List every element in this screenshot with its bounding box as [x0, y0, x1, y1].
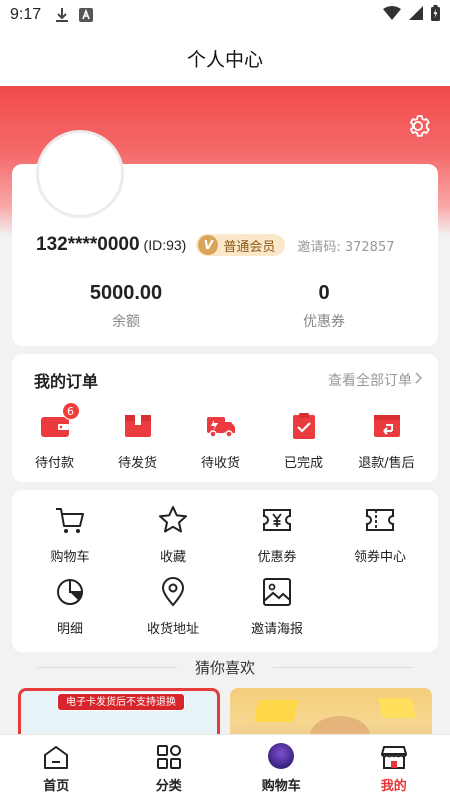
battery-icon [431, 5, 440, 25]
shop-icon [380, 743, 408, 771]
divider-line [36, 666, 177, 668]
tools-card: 购物车 收藏 优惠券 领券中心 明细 收货地址 邀请海报 [12, 490, 438, 652]
image-icon [261, 576, 293, 608]
refund-icon [372, 412, 402, 440]
user-phone: 132****0000 [36, 234, 140, 255]
balance-stat[interactable]: 5000.00 余额 [46, 282, 206, 331]
profile-card: 132****0000 (ID:93) V 普通会员 邀请码: 372857 5… [12, 130, 438, 346]
status-bar: 9:17 [0, 0, 450, 30]
category-icon [155, 743, 183, 771]
tab-mine[interactable]: 我的 [338, 735, 450, 800]
bottom-tab-bar: 首页 分类 购物车 我的 [0, 734, 450, 800]
order-status-label: 已完成 [283, 456, 323, 471]
signal-icon [409, 6, 423, 24]
tab-category[interactable]: 分类 [113, 735, 226, 800]
ticket-icon [364, 504, 396, 536]
status-time: 9:17 [10, 6, 42, 23]
page-title: 个人中心 [0, 30, 450, 86]
settings-gear-icon[interactable] [404, 112, 432, 140]
tool-cart[interactable]: 购物车 [17, 504, 123, 565]
tab-home[interactable]: 首页 [0, 735, 113, 800]
tool-coupon-center[interactable]: 领券中心 [327, 504, 433, 565]
tool-label: 购物车 [50, 550, 90, 565]
product-image-shape [253, 700, 299, 722]
avatar[interactable] [36, 130, 124, 218]
recommend-title: 猜你喜欢 [194, 658, 255, 677]
order-status-label: 待付款 [34, 456, 74, 471]
divider-line [273, 666, 413, 668]
tool-label: 优惠券 [257, 550, 297, 565]
view-all-orders-label: 查看全部订单 [328, 373, 412, 389]
tool-address[interactable]: 收货地址 [120, 576, 226, 637]
tool-favorites[interactable]: 收藏 [120, 504, 226, 565]
order-pending-payment[interactable]: 6 待付款 [14, 402, 95, 471]
tool-invite-poster[interactable]: 邀请海报 [224, 576, 330, 637]
package-icon [123, 412, 153, 440]
tool-label: 领券中心 [353, 550, 406, 565]
recommend-header: 猜你喜欢 [0, 656, 450, 678]
view-all-orders-link[interactable]: 查看全部订单 [328, 370, 424, 390]
order-pending-receipt[interactable]: 待收货 [180, 412, 261, 471]
balance-value: 5000.00 [89, 282, 163, 304]
tool-coupons[interactable]: 优惠券 [224, 504, 330, 565]
tab-label: 分类 [155, 779, 182, 794]
tab-label: 购物车 [261, 779, 301, 794]
star-icon [157, 504, 189, 536]
cart-promo-icon [268, 743, 295, 769]
member-level-label: 普通会员 [223, 239, 276, 255]
coupon-value: 0 [318, 282, 330, 304]
pie-chart-icon [54, 576, 86, 608]
tool-label: 明细 [56, 622, 83, 637]
download-icon [55, 7, 69, 23]
tool-label: 收藏 [159, 550, 186, 565]
wallet-icon: 6 [40, 402, 80, 440]
orders-card: 我的订单 查看全部订单 6 待付款 待发货 待收货 已完成 退款/售后 [12, 354, 438, 482]
tool-label: 邀请海报 [250, 622, 303, 637]
coupon-label: 优惠券 [303, 314, 345, 330]
tool-details[interactable]: 明细 [17, 576, 123, 637]
tab-label: 首页 [43, 779, 70, 794]
order-status-row: 6 待付款 待发货 待收货 已完成 退款/售后 [12, 402, 438, 471]
order-status-label: 待发货 [117, 456, 157, 471]
app-notification-icon [79, 8, 94, 22]
order-pending-shipment[interactable]: 待发货 [97, 412, 178, 471]
tab-label: 我的 [380, 779, 407, 794]
order-status-label: 退款/售后 [358, 456, 415, 471]
user-id: (ID:93) [143, 237, 187, 253]
order-completed[interactable]: 已完成 [263, 412, 344, 471]
home-icon [42, 743, 70, 771]
wifi-icon [383, 6, 401, 24]
user-info-row: 132****0000 (ID:93) V 普通会员 邀请码: 372857 [36, 234, 395, 256]
location-icon [157, 576, 189, 608]
orders-title: 我的订单 [34, 372, 99, 391]
product-image-shape [378, 698, 416, 718]
cart-icon [54, 504, 86, 536]
clipboard-check-icon [289, 412, 319, 440]
order-refund-aftersale[interactable]: 退款/售后 [346, 412, 427, 471]
vip-icon: V [198, 235, 219, 255]
invite-code[interactable]: 邀请码: 372857 [297, 236, 394, 255]
order-status-label: 待收货 [200, 456, 240, 471]
truck-icon [206, 412, 236, 440]
chevron-right-icon [412, 371, 424, 389]
member-level-badge: V 普通会员 [196, 234, 286, 256]
product-banner: 电子卡发货后不支持退换 [57, 693, 185, 711]
coupon-icon [261, 504, 293, 536]
coupon-stat[interactable]: 0 优惠券 [244, 282, 404, 331]
tab-cart[interactable]: 购物车 [225, 735, 338, 800]
tool-label: 收货地址 [146, 622, 199, 637]
pending-payment-badge: 6 [61, 402, 80, 420]
balance-label: 余额 [112, 314, 140, 330]
